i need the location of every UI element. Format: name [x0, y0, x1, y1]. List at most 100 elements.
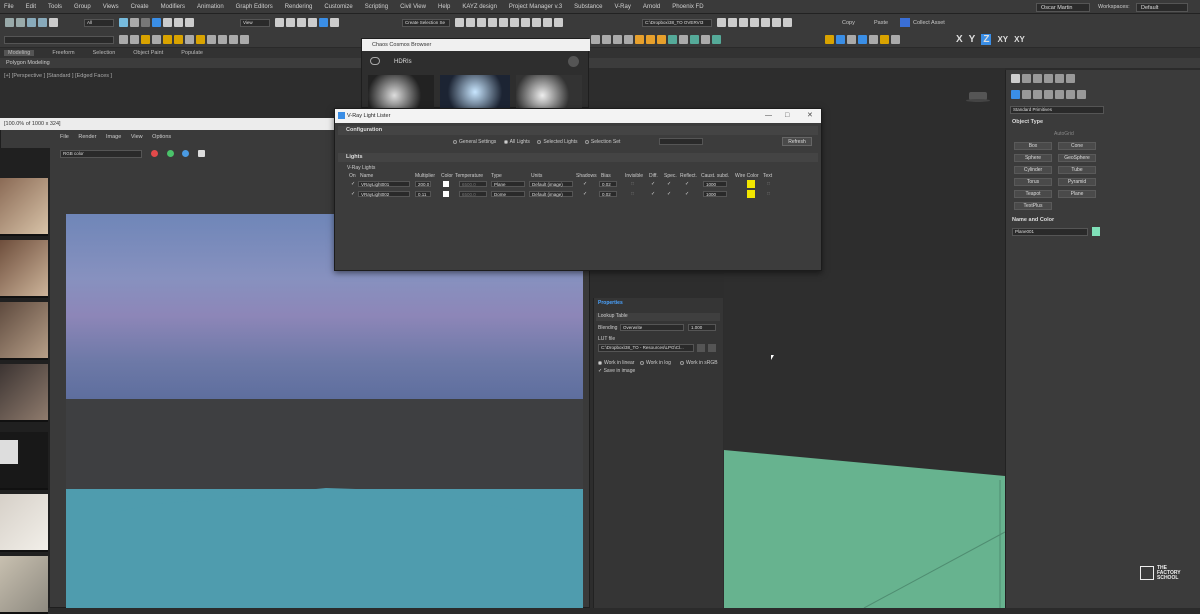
fb-menu-view[interactable]: View [131, 134, 143, 140]
menu-group[interactable]: Group [74, 4, 91, 10]
menu-file[interactable]: File [4, 4, 14, 10]
invisible-checkbox[interactable]: □ [631, 191, 634, 197]
axis-z-button[interactable]: Z [981, 34, 992, 45]
tool-icon-1[interactable] [119, 35, 128, 44]
decal-icon[interactable] [218, 35, 227, 44]
menu-customize[interactable]: Customize [324, 4, 352, 10]
tool-icon-17[interactable] [836, 35, 845, 44]
blend-amount-field[interactable]: 1.000 [688, 324, 716, 331]
percent-snap-icon[interactable] [319, 18, 328, 27]
blending-select[interactable]: Overwrite [620, 324, 684, 331]
selection-set-select[interactable] [659, 138, 703, 145]
fb-menu-file[interactable]: File [60, 134, 69, 140]
shadows-checkbox[interactable]: ✓ [583, 181, 587, 187]
tool-icon-11[interactable] [668, 35, 677, 44]
text-checkbox[interactable]: □ [767, 181, 770, 187]
camera-icon[interactable] [185, 35, 194, 44]
menu-project-manager[interactable]: Project Manager v.3 [509, 4, 562, 10]
collect-asset-icon[interactable] [900, 18, 910, 27]
modify-tab-icon[interactable] [1022, 74, 1031, 83]
material-editor-icon[interactable] [521, 18, 530, 27]
ribbon-tab-freeform[interactable]: Freeform [52, 50, 74, 56]
scale-icon[interactable] [174, 18, 183, 27]
history-thumb[interactable] [0, 364, 48, 422]
menu-rendering[interactable]: Rendering [285, 4, 313, 10]
bias-field[interactable]: 0.02 [599, 181, 617, 187]
sphere-button[interactable]: Sphere [1014, 154, 1052, 162]
reflect-checkbox[interactable]: ✓ [685, 191, 689, 197]
browse-folder-icon[interactable] [697, 344, 705, 352]
viewcube[interactable] [966, 90, 990, 102]
tool-icon-3[interactable] [152, 35, 161, 44]
axis-y-button[interactable]: Y [969, 34, 976, 45]
green-channel-icon[interactable] [166, 150, 174, 157]
menu-tools[interactable]: Tools [48, 4, 62, 10]
ribbon-icon[interactable] [488, 18, 497, 27]
menu-phoenix[interactable]: Phoenix FD [672, 4, 703, 10]
hierarchy-tab-icon[interactable] [1033, 74, 1042, 83]
motion-tab-icon[interactable] [1044, 74, 1053, 83]
temperature-field[interactable]: 6500.0 [459, 191, 487, 197]
tool-icon-12[interactable] [679, 35, 688, 44]
ribbon-tab-modeling[interactable]: Modeling [4, 50, 35, 56]
name-and-color-header[interactable]: Name and Color [1012, 217, 1054, 223]
lights-header[interactable]: Lights [338, 153, 818, 162]
render-frame-icon[interactable] [543, 18, 552, 27]
tool-icon-20[interactable] [869, 35, 878, 44]
grid-icon[interactable] [739, 18, 748, 27]
place-icon[interactable] [185, 18, 194, 27]
caustic-subdivs-field[interactable]: 1000 [703, 191, 727, 197]
spacewarps-icon[interactable] [1066, 90, 1075, 99]
menu-substance[interactable]: Substance [574, 4, 602, 10]
history-thumb[interactable] [0, 178, 48, 236]
named-selection-set[interactable]: Create Selection Se [402, 19, 450, 27]
primitive-category-select[interactable]: Standard Primitives [1010, 106, 1104, 114]
menu-vray[interactable]: V-Ray [615, 4, 631, 10]
diffuse-checkbox[interactable]: ✓ [651, 191, 655, 197]
bias-field[interactable]: 0.02 [599, 191, 617, 197]
tool-icon-22[interactable] [891, 35, 900, 44]
autogrid-checkbox[interactable]: AutoGrid [1054, 131, 1074, 137]
box-icon[interactable] [783, 18, 792, 27]
light-on-checkbox[interactable]: ✓ [351, 181, 355, 187]
channel-select[interactable]: RGB color [60, 150, 142, 158]
shadows-checkbox[interactable]: ✓ [583, 191, 587, 197]
sun-icon[interactable] [163, 35, 172, 44]
cameras-icon[interactable] [1044, 90, 1053, 99]
create-tab-icon[interactable] [1011, 74, 1020, 83]
shade-icon[interactable] [761, 18, 770, 27]
temperature-field[interactable]: 6500.0 [459, 181, 487, 187]
box-button[interactable]: Box [1014, 142, 1052, 150]
units-select[interactable]: Default (image) [529, 181, 573, 187]
reference-coordinate[interactable]: View [240, 19, 270, 27]
hdri-thumb[interactable] [368, 75, 434, 109]
copy-button[interactable]: Copy [842, 20, 855, 26]
dome-icon[interactable] [174, 35, 183, 44]
text-checkbox[interactable]: □ [767, 191, 770, 197]
menu-graph-editors[interactable]: Graph Editors [236, 4, 273, 10]
torus-button[interactable]: Torus [1014, 178, 1052, 186]
save-in-image-checkbox[interactable]: ✓ Save in image [598, 368, 635, 374]
ribbon-tab-populate[interactable]: Populate [181, 50, 203, 56]
shapes-icon[interactable] [1022, 90, 1031, 99]
wire-color-swatch[interactable] [747, 180, 755, 188]
ribbon-tab-selection[interactable]: Selection [93, 50, 116, 56]
plane-button[interactable]: Plane [1058, 190, 1096, 198]
maximize-icon[interactable]: □ [785, 109, 789, 123]
pivot-icon[interactable] [275, 18, 284, 27]
menu-modifiers[interactable]: Modifiers [161, 4, 185, 10]
systems-icon[interactable] [1077, 90, 1086, 99]
reflect-checkbox[interactable]: ✓ [685, 181, 689, 187]
tool-icon-16[interactable] [825, 35, 834, 44]
render-setup-icon[interactable] [532, 18, 541, 27]
lut-file-path[interactable]: C:\Dropbox\38_TO - Resources\LPG\Cl... [598, 344, 694, 352]
fb-menu-image[interactable]: Image [106, 134, 121, 140]
object-color-swatch[interactable] [1092, 227, 1100, 236]
tool-icon-8[interactable] [635, 35, 644, 44]
workspace-select[interactable]: Default [1136, 3, 1188, 12]
textplus-button[interactable]: TextPlus [1014, 202, 1052, 210]
axis-xy-button[interactable]: XY [997, 35, 1008, 44]
spinner-snap-icon[interactable] [330, 18, 339, 27]
link-icon[interactable] [27, 18, 36, 27]
keyboard-icon[interactable] [286, 18, 295, 27]
